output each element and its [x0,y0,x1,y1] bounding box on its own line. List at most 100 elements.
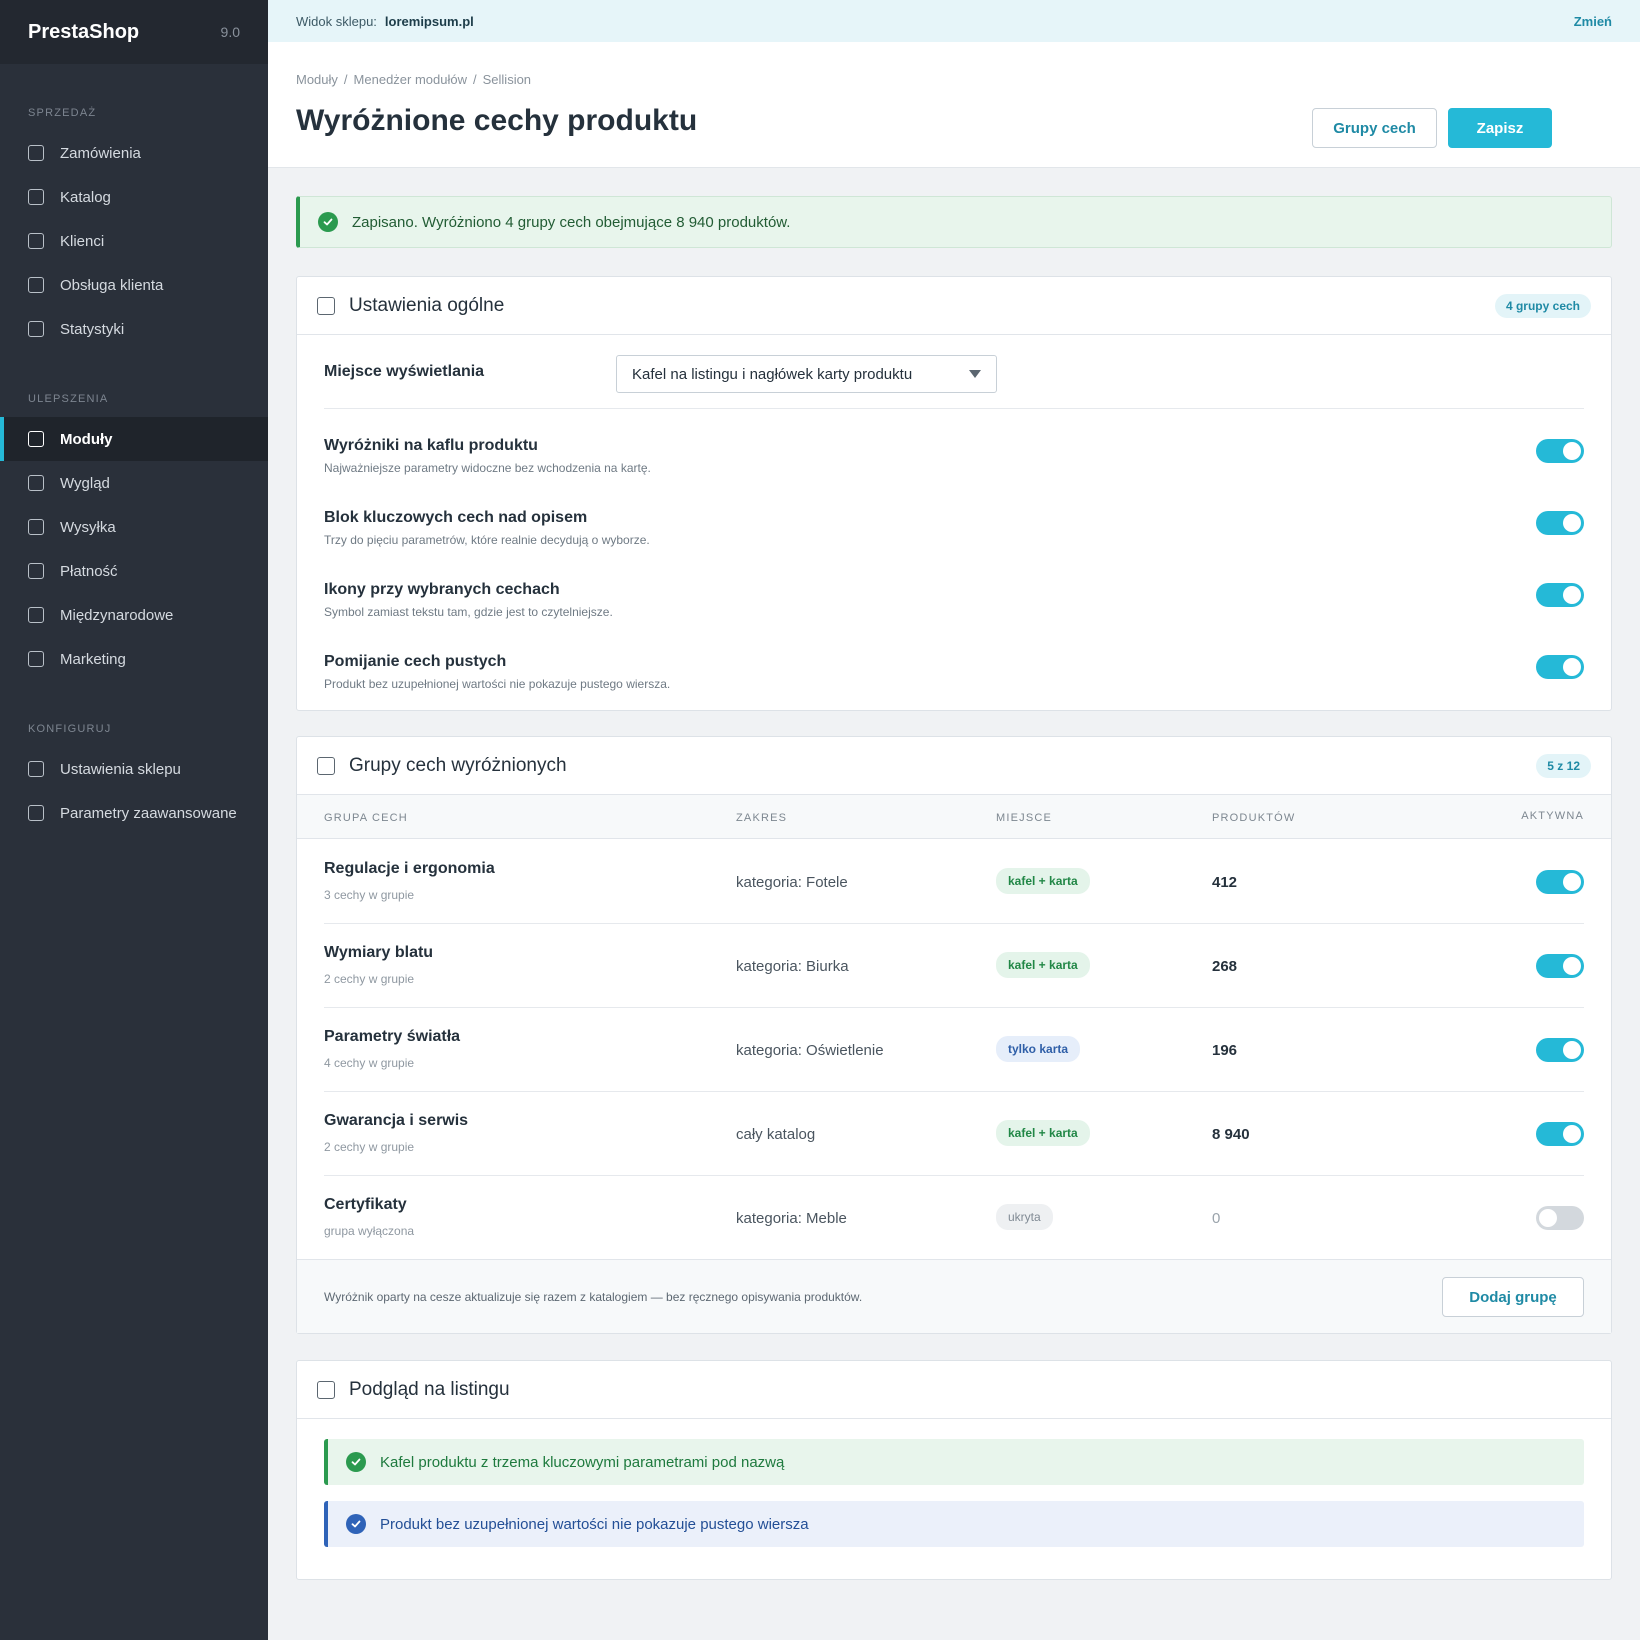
setting-description: Trzy do pięciu parametrów, które realnie… [324,533,650,547]
menu-icon [28,761,44,777]
breadcrumb-separator: / [343,72,348,87]
menu-icon [28,321,44,337]
sidebar-item-label: Klienci [60,232,105,250]
sidebar-item-modules[interactable]: Moduły [0,417,268,461]
group-active-toggle[interactable] [1536,870,1584,894]
success-alert: Zapisano. Wyróżniono 4 grupy cech obejmu… [296,196,1612,248]
group-subtitle: 3 cechy w grupie [324,888,415,902]
sidebar-item-label: Zamówienia [60,144,141,162]
sidebar-item-advanced[interactable]: Parametry zaawansowane [0,791,268,835]
count-badge: 4 grupy cech [1494,293,1591,318]
sidebar-item-label: Moduły [60,430,113,448]
setting-row: Blok kluczowych cech nad opisem Trzy do … [324,509,1584,547]
store-view-label: Widok sklepu: [296,13,377,29]
notice-text: Produkt bez uzupełnionej wartości nie po… [380,1515,809,1533]
setting-row: Ikony przy wybranych cechach Symbol zami… [324,581,1584,619]
menu-icon [28,519,44,535]
setting-label: Blok kluczowych cech nad opisem [324,509,588,526]
store-link[interactable]: loremipsum.pl [385,14,474,29]
group-active-toggle[interactable] [1536,1038,1584,1062]
sidebar-item-label: Marketing [60,650,126,668]
table-header: GRUPA CECH ZAKRES MIEJSCE PRODUKTÓW AKTY… [297,795,1611,839]
table-row: Regulacje i ergonomia 3 cechy w grupie k… [324,840,1584,924]
breadcrumb-item[interactable]: Sellision [483,72,531,87]
feature-icons-toggle[interactable] [1536,583,1584,607]
setting-description: Symbol zamiast tekstu tam, gdzie jest to… [324,605,613,619]
change-store-link[interactable]: Zmień [1574,14,1612,29]
group-name: Parametry światła [324,1028,461,1045]
group-name: Certyfikaty [324,1196,407,1213]
group-scope: cały katalog [736,1126,816,1143]
caret-down-icon [969,370,981,378]
product-count: 8 940 [1212,1126,1250,1143]
tile-highlights-toggle[interactable] [1536,439,1584,463]
alert-text: Zapisano. Wyróżniono 4 grupy cech obejmu… [352,213,791,231]
preview-icon [317,1380,335,1399]
group-name: Gwarancja i serwis [324,1112,469,1129]
sidebar-item-label: Wysyłka [60,518,116,536]
breadcrumb: Moduły / Menedżer modułów / Sellision [296,72,531,87]
feature-groups-button[interactable]: Grupy cech [1312,108,1437,148]
column-header: PRODUKTÓW [1212,812,1296,824]
placement-badge: kafel + karta [996,1120,1090,1146]
sidebar-item-orders[interactable]: Zamówienia [0,131,268,175]
breadcrumb-item[interactable]: Menedżer modułów [354,72,467,87]
placement-badge: tylko karta [996,1036,1081,1062]
sidebar-item-label: Ustawienia sklepu [60,760,181,778]
sidebar-item-design[interactable]: Wygląd [0,461,268,505]
brand-bar: PrestaShop 9.0 [0,0,268,64]
sidebar-item-label: Obsługa klienta [60,276,164,294]
sidebar-item-shipping[interactable]: Wysyłka [0,505,268,549]
sidebar-item-catalog[interactable]: Katalog [0,175,268,219]
display-location-select[interactable]: Kafel na listingu i nagłówek karty produ… [616,355,997,393]
groups-icon [317,756,335,775]
group-scope: kategoria: Fotele [736,874,848,891]
breadcrumb-item[interactable]: Moduły [296,72,338,87]
sidebar-item-customers[interactable]: Klienci [0,219,268,263]
group-active-toggle[interactable] [1536,1206,1584,1230]
nav-section-title: SPRZEDAŻ [28,107,97,119]
store-view-bar: Widok sklepu: loremipsum.pl Zmień [268,0,1640,42]
skip-empty-features-toggle[interactable] [1536,655,1584,679]
menu-icon [28,607,44,623]
settings-icon [317,296,335,315]
product-count: 412 [1212,874,1238,891]
sidebar-item-international[interactable]: Międzynarodowe [0,593,268,637]
general-settings-card: Ustawienia ogólne 4 grupy cech Miejsce w… [296,276,1612,711]
card-header: Grupy cech wyróżnionych 5 z 12 [297,737,1611,795]
sidebar-item-payment[interactable]: Płatność [0,549,268,593]
sidebar-item-stats[interactable]: Statystyki [0,307,268,351]
key-features-block-toggle[interactable] [1536,511,1584,535]
group-active-toggle[interactable] [1536,954,1584,978]
brand-logo[interactable]: PrestaShop [28,21,139,44]
sidebar-item-label: Parametry zaawansowane [60,804,237,822]
group-scope: kategoria: Biurka [736,958,849,975]
sidebar-item-label: Płatność [60,562,118,580]
group-active-toggle[interactable] [1536,1122,1584,1146]
card-footer: Wyróżnik oparty na cesze aktualizuje się… [297,1259,1611,1333]
add-group-button[interactable]: Dodaj grupę [1442,1277,1584,1317]
setting-label: Wyróżniki na kaflu produktu [324,437,538,454]
sidebar-item-shop-settings[interactable]: Ustawienia sklepu [0,747,268,791]
sidebar-item-label: Katalog [60,188,111,206]
column-header: ZAKRES [736,812,788,824]
save-button[interactable]: Zapisz [1448,108,1552,148]
count-badge: 5 z 12 [1536,753,1591,778]
setting-row: Wyróżniki na kaflu produktu Najważniejsz… [324,437,1584,475]
menu-icon [28,563,44,579]
placement-badge: kafel + karta [996,952,1090,978]
menu-icon [28,277,44,293]
group-subtitle: 2 cechy w grupie [324,1140,415,1154]
check-circle-icon [346,1514,366,1534]
placement-badge: ukryta [996,1204,1053,1230]
sidebar-item-customer-service[interactable]: Obsługa klienta [0,263,268,307]
sidebar-item-label: Statystyki [60,320,125,338]
version-label: 9.0 [220,24,240,40]
setting-description: Najważniejsze parametry widoczne bez wch… [324,461,651,475]
menu-icon [28,189,44,205]
menu-icon [28,475,44,491]
sidebar-item-marketing[interactable]: Marketing [0,637,268,681]
menu-icon [28,805,44,821]
product-count: 268 [1212,958,1238,975]
breadcrumb-separator: / [473,72,477,87]
